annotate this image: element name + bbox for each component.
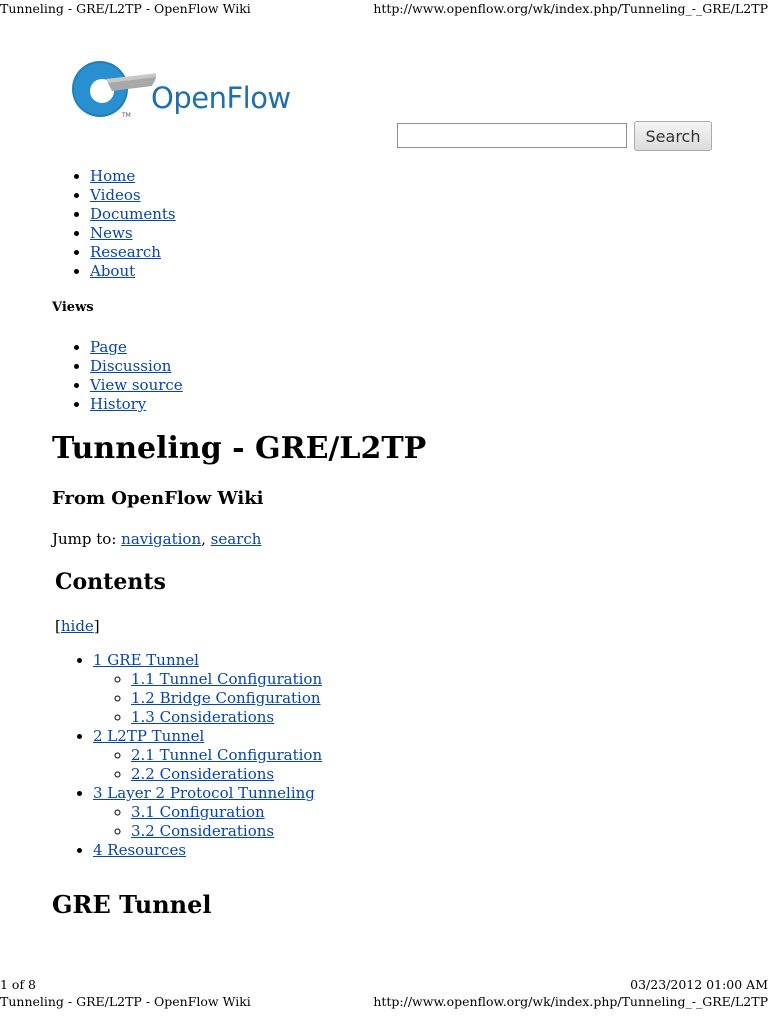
toc-item: 3 Layer 2 Protocol Tunneling 3.1 Configu… <box>93 784 322 841</box>
logo-text: OpenFlow <box>151 81 291 115</box>
toc-hide-toggle: [hide] <box>55 617 100 635</box>
toc-link[interactable]: 2.1 Tunnel Configuration <box>131 746 322 764</box>
toc-hide-link[interactable]: hide <box>61 617 94 635</box>
nav-item: News <box>90 224 176 243</box>
nav-item: Home <box>90 167 176 186</box>
toc-link-layer2-tunneling[interactable]: 3 Layer 2 Protocol Tunneling <box>93 784 315 802</box>
jump-to-search-link[interactable]: search <box>211 530 262 548</box>
toc-subitem: 1.3 Considerations <box>131 708 322 727</box>
jump-separator: , <box>201 530 211 548</box>
toc-sublist: 3.1 Configuration 3.2 Considerations <box>93 803 322 841</box>
toc-link[interactable]: 1.3 Considerations <box>131 708 274 726</box>
search-input[interactable] <box>397 123 627 148</box>
toc-sublist: 1.1 Tunnel Configuration 1.2 Bridge Conf… <box>93 670 322 727</box>
nav-link-news[interactable]: News <box>90 224 133 242</box>
toc-subitem: 3.1 Configuration <box>131 803 322 822</box>
section-heading: GRE Tunnel <box>52 890 212 919</box>
main-nav: Home Videos Documents News Research Abou… <box>52 167 176 281</box>
jump-to-label: Jump to: <box>52 530 117 548</box>
views-nav: Page Discussion View source History <box>52 338 183 414</box>
toc-item: 4 Resources <box>93 841 322 860</box>
nav-link-about[interactable]: About <box>90 262 135 280</box>
nav-link-research[interactable]: Research <box>90 243 161 261</box>
nav-link-home[interactable]: Home <box>90 167 135 185</box>
views-item: History <box>90 395 183 414</box>
toc-list: 1 GRE Tunnel 1.1 Tunnel Configuration 1.… <box>55 651 322 860</box>
footer-url: http://www.openflow.org/wk/index.php/Tun… <box>373 994 768 1009</box>
views-link-page[interactable]: Page <box>90 338 127 356</box>
toc-subitem: 1.1 Tunnel Configuration <box>131 670 322 689</box>
footer-title: Tunneling - GRE/L2TP - OpenFlow Wiki <box>0 994 251 1009</box>
toc-item: 1 GRE Tunnel 1.1 Tunnel Configuration 1.… <box>93 651 322 727</box>
toc-item: 2 L2TP Tunnel 2.1 Tunnel Configuration 2… <box>93 727 322 784</box>
openflow-logo[interactable]: TM OpenFlow <box>66 53 316 125</box>
page-subtitle: From OpenFlow Wiki <box>52 488 264 509</box>
views-item: Page <box>90 338 183 357</box>
jump-to: Jump to: navigation, search <box>52 530 261 548</box>
footer-page-count: 1 of 8 <box>0 977 37 992</box>
nav-item: Research <box>90 243 176 262</box>
views-link-history[interactable]: History <box>90 395 146 413</box>
toc-subitem: 1.2 Bridge Configuration <box>131 689 322 708</box>
print-header-url: http://www.openflow.org/wk/index.php/Tun… <box>373 1 768 16</box>
jump-to-navigation-link[interactable]: navigation <box>121 530 201 548</box>
toc-link[interactable]: 1.2 Bridge Configuration <box>131 689 321 707</box>
toc-link[interactable]: 3.1 Configuration <box>131 803 265 821</box>
openflow-logo-icon: TM <box>72 61 158 119</box>
views-link-discussion[interactable]: Discussion <box>90 357 171 375</box>
toc-sublist: 2.1 Tunnel Configuration 2.2 Considerati… <box>93 746 322 784</box>
toc-subitem: 2.2 Considerations <box>131 765 322 784</box>
page-title: Tunneling - GRE/L2TP <box>52 431 427 466</box>
toc-link[interactable]: 3.2 Considerations <box>131 822 274 840</box>
views-link-view-source[interactable]: View source <box>90 376 183 394</box>
nav-link-videos[interactable]: Videos <box>90 186 141 204</box>
toc-subitem: 2.1 Tunnel Configuration <box>131 746 322 765</box>
toc-title: Contents <box>55 569 166 595</box>
toc-subitem: 3.2 Considerations <box>131 822 322 841</box>
toc-link-l2tp-tunnel[interactable]: 2 L2TP Tunnel <box>93 727 204 745</box>
nav-item: Videos <box>90 186 176 205</box>
views-item: View source <box>90 376 183 395</box>
views-item: Discussion <box>90 357 183 376</box>
print-header-title: Tunneling - GRE/L2TP - OpenFlow Wiki <box>0 1 251 16</box>
nav-item: About <box>90 262 176 281</box>
toc-link[interactable]: 2.2 Considerations <box>131 765 274 783</box>
nav-link-documents[interactable]: Documents <box>90 205 176 223</box>
footer-datetime: 03/23/2012 01:00 AM <box>630 977 768 992</box>
toc-link-resources[interactable]: 4 Resources <box>93 841 186 859</box>
logo-tm: TM <box>121 112 131 119</box>
search-button[interactable]: Search <box>634 121 712 151</box>
views-label: Views <box>52 300 94 315</box>
toc-link-gre-tunnel[interactable]: 1 GRE Tunnel <box>93 651 199 669</box>
nav-item: Documents <box>90 205 176 224</box>
toc-link[interactable]: 1.1 Tunnel Configuration <box>131 670 322 688</box>
